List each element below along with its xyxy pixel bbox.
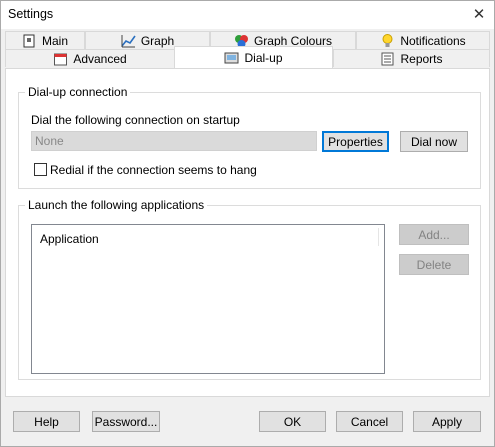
dial-now-button[interactable]: Dial now [400,131,468,152]
help-button[interactable]: Help [13,411,80,432]
application-column-header[interactable]: Application [40,232,99,246]
tab-dial-up[interactable]: Dial-up [174,46,333,68]
tab-notifications-label: Notifications [400,33,466,48]
ok-button[interactable]: OK [259,411,326,432]
tab-main-label: Main [41,33,68,48]
tab-reports-label: Reports [400,51,443,66]
dial-up-panel: Dial-up connection Dial the following co… [5,68,490,397]
dial-up-connection-label: Dial-up connection [25,85,131,99]
settings-window: Settings ✕ Main Graph Graph Colours Noti… [0,0,495,447]
connection-select[interactable]: None [31,131,317,151]
graph-icon [121,34,136,48]
reports-icon [380,52,395,66]
dial-prompt-label: Dial the following connection on startup [31,113,240,127]
column-divider [378,228,379,246]
calendar-icon [53,52,68,66]
password-button[interactable]: Password... [92,411,160,432]
apply-button[interactable]: Apply [413,411,481,432]
tab-advanced[interactable]: Advanced [5,49,175,67]
dialup-icon [224,51,239,65]
window-title: Settings [8,7,54,21]
launch-applications-group: Launch the following applications Applic… [18,198,481,380]
add-button[interactable]: Add... [399,224,469,245]
dial-up-connection-group: Dial-up connection Dial the following co… [18,85,481,189]
title-bar: Settings ✕ [1,1,494,29]
book-icon [22,34,37,48]
lightbulb-icon [380,33,395,48]
tab-advanced-label: Advanced [73,51,127,66]
properties-button[interactable]: Properties [322,131,389,152]
redial-label: Redial if the connection seems to hang [50,163,257,177]
redial-checkbox[interactable] [34,163,47,176]
tab-graph-label: Graph [140,33,175,48]
tab-reports[interactable]: Reports [333,49,490,67]
applications-list[interactable]: Application [31,224,385,374]
delete-button[interactable]: Delete [399,254,469,275]
tab-notifications[interactable]: Notifications [356,31,490,49]
close-icon[interactable]: ✕ [468,4,490,24]
tab-dial-up-label: Dial-up [244,50,283,65]
tab-main[interactable]: Main [5,31,85,49]
cancel-button[interactable]: Cancel [336,411,403,432]
launch-applications-label: Launch the following applications [25,198,208,212]
